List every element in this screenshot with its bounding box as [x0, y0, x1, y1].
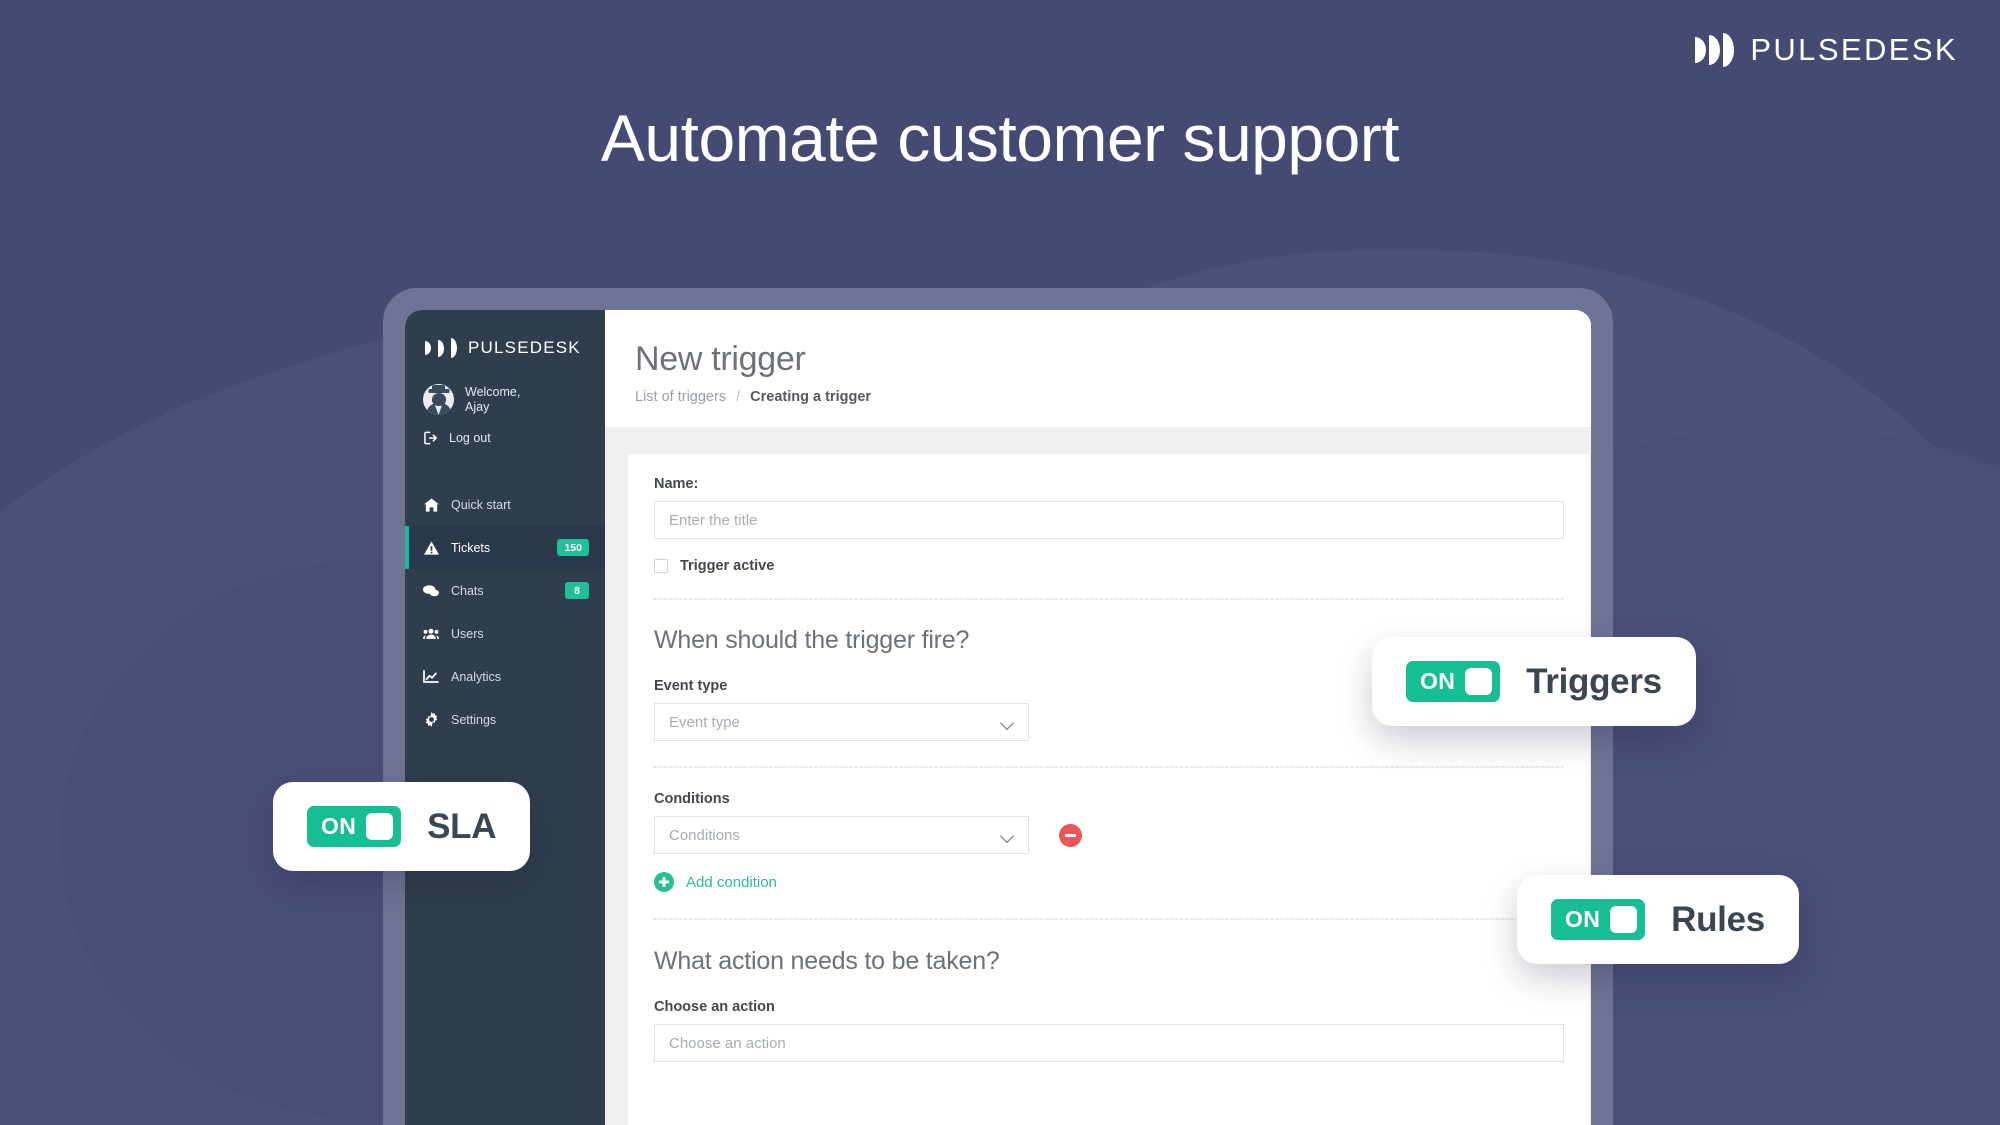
sidebar-label: Analytics	[451, 669, 502, 684]
toggle-state-label: ON	[1420, 668, 1456, 694]
brand-name: PULSEDESK	[1750, 32, 1958, 67]
event-type-select[interactable]: Event type	[654, 703, 1029, 741]
breadcrumb-current: Creating a trigger	[750, 389, 872, 405]
add-condition-label: Add condition	[686, 873, 777, 891]
logout-icon	[423, 431, 439, 445]
toggle-state-label: ON	[321, 813, 357, 839]
users-icon	[423, 627, 439, 640]
logout-button[interactable]: Log out	[405, 431, 605, 445]
trigger-active-row[interactable]: Trigger active	[654, 558, 1564, 574]
sidebar-user[interactable]: Welcome, Ajay	[405, 384, 605, 415]
pill-label: Triggers	[1526, 661, 1662, 701]
chat-bubbles-icon	[423, 584, 439, 598]
page-header: New trigger List of triggers / Creating …	[605, 310, 1591, 427]
choose-action-label: Choose an action	[654, 999, 775, 1015]
choose-action-input[interactable]: Choose an action	[654, 1024, 1564, 1062]
divider	[654, 598, 1564, 600]
breadcrumb: List of triggers / Creating a trigger	[635, 389, 1591, 405]
sidebar-logo[interactable]: PULSEDESK	[405, 332, 605, 358]
pill-sla[interactable]: ON SLA	[273, 782, 531, 871]
pulsedesk-crescents-icon	[1695, 33, 1735, 67]
toggle-sla[interactable]: ON	[307, 806, 402, 847]
action-section-title: What action needs to be taken?	[654, 947, 1000, 975]
divider	[654, 918, 1564, 920]
chart-icon	[423, 669, 439, 684]
sidebar-logo-text: PULSEDESK	[468, 338, 581, 357]
page-body: Name: Enter the title Trigger active Whe…	[605, 427, 1591, 1125]
sidebar-nav: Quick start Tickets 150 Chats 8 Users An…	[405, 483, 605, 741]
warning-triangle-icon	[423, 540, 439, 555]
home-icon	[423, 497, 439, 512]
detective-avatar-icon	[423, 384, 454, 415]
sidebar-item-users[interactable]: Users	[405, 612, 605, 655]
sidebar-item-tickets[interactable]: Tickets 150	[405, 526, 605, 569]
name-input[interactable]: Enter the title	[654, 501, 1564, 539]
pill-rules[interactable]: ON Rules	[1517, 875, 1799, 964]
sidebar-item-analytics[interactable]: Analytics	[405, 655, 605, 698]
breadcrumb-parent[interactable]: List of triggers	[635, 389, 726, 405]
tickets-badge: 150	[557, 539, 589, 556]
plus-circle-icon	[654, 872, 674, 892]
chats-badge: 8	[565, 582, 589, 599]
divider	[654, 766, 1564, 768]
sidebar-label: Tickets	[451, 540, 491, 555]
toggle-knob	[366, 813, 394, 840]
toggle-knob	[1610, 906, 1638, 933]
pill-triggers[interactable]: ON Triggers	[1372, 637, 1696, 726]
pulsedesk-crescents-icon	[425, 341, 431, 355]
add-condition-button[interactable]: Add condition	[654, 872, 1564, 892]
name-label: Name:	[654, 476, 699, 492]
page-title: New trigger	[635, 340, 806, 378]
pill-label: SLA	[427, 806, 497, 846]
app-sidebar: PULSEDESK Welcome, Ajay Log out Quick st…	[405, 310, 605, 1125]
conditions-select[interactable]: Conditions	[654, 816, 1029, 854]
chevron-down-icon	[1001, 716, 1014, 729]
toggle-triggers[interactable]: ON	[1406, 661, 1501, 702]
sidebar-item-settings[interactable]: Settings	[405, 698, 605, 741]
minus-circle-icon[interactable]	[1059, 823, 1082, 847]
toggle-rules[interactable]: ON	[1551, 899, 1646, 940]
toggle-knob	[1465, 668, 1493, 695]
conditions-label: Conditions	[654, 791, 730, 807]
user-name: Ajay	[465, 399, 490, 414]
trigger-active-label: Trigger active	[680, 558, 775, 574]
sidebar-item-chats[interactable]: Chats 8	[405, 569, 605, 612]
trigger-form-card: Name: Enter the title Trigger active Whe…	[627, 453, 1591, 1125]
brand-logo: PULSEDESK	[1695, 32, 1958, 68]
logout-label: Log out	[449, 431, 491, 445]
sidebar-label: Users	[451, 626, 484, 641]
conditions-value: Conditions	[669, 826, 740, 844]
chevron-down-icon	[1001, 829, 1014, 842]
pill-label: Rules	[1671, 899, 1765, 939]
sidebar-label: Chats	[451, 583, 484, 598]
sidebar-item-quick-start[interactable]: Quick start	[405, 483, 605, 526]
sidebar-label: Settings	[451, 712, 497, 727]
condition-row: Conditions	[654, 816, 1564, 854]
event-type-value: Event type	[669, 713, 740, 731]
user-greeting-block: Welcome, Ajay	[465, 385, 520, 415]
sidebar-label: Quick start	[451, 497, 511, 512]
breadcrumb-separator: /	[736, 389, 741, 405]
toggle-state-label: ON	[1565, 906, 1601, 932]
user-greeting: Welcome,	[465, 384, 521, 399]
hero-headline: Automate customer support	[600, 101, 1400, 175]
gear-icon	[423, 712, 439, 727]
trigger-active-checkbox[interactable]	[654, 559, 668, 573]
